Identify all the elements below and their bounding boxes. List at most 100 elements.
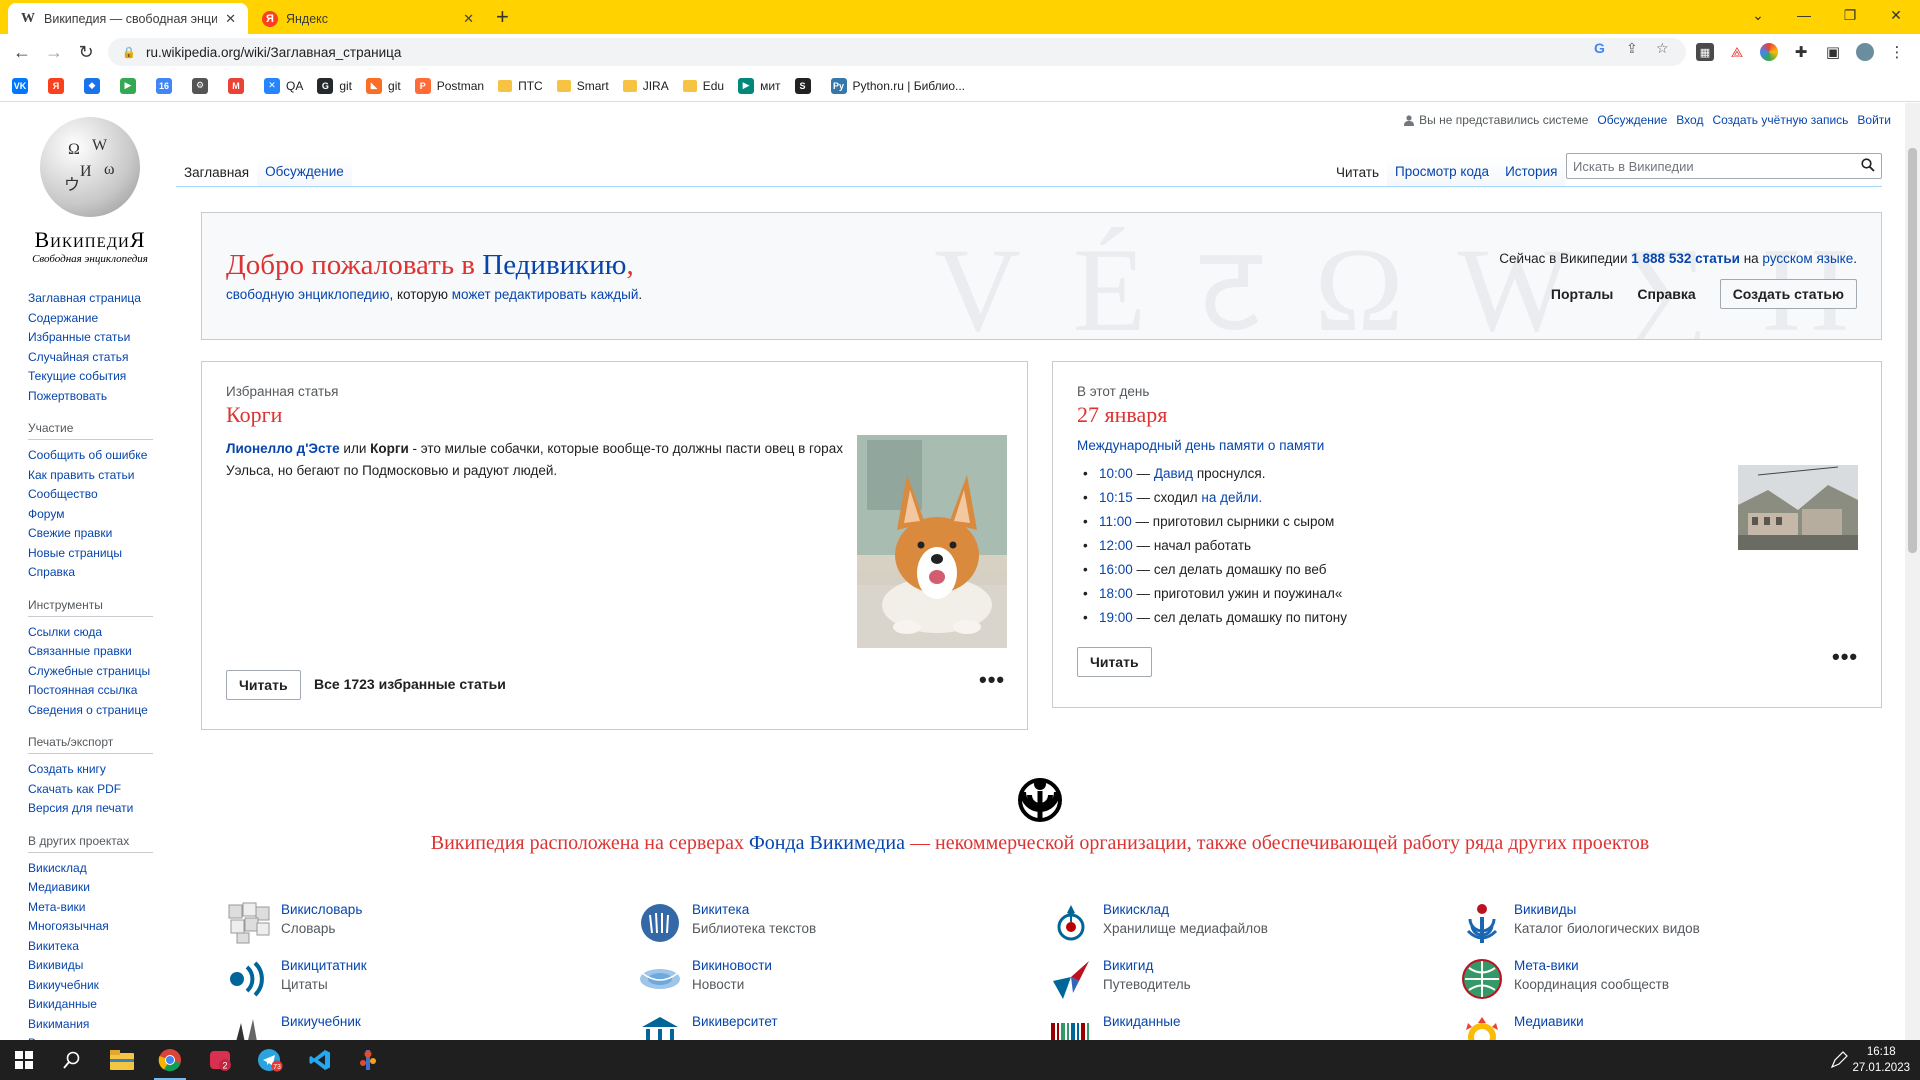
sister-project-name[interactable]: Викиданные [1103,1013,1181,1031]
article-count-link[interactable]: 1 888 532 статьи [1631,251,1740,266]
tab-view-source[interactable]: Просмотр кода [1387,157,1498,187]
sidebar-link[interactable]: Скачать как PDF [28,780,153,800]
russian-language-link[interactable]: русском языке [1762,251,1853,266]
pen-tray-icon[interactable] [1830,1051,1848,1072]
bookmark-item[interactable]: Py Python.ru | Библио... [830,77,965,94]
sidebar-link[interactable]: Свежие правки [28,524,153,544]
sister-project-name[interactable]: Викиучебник [281,1013,361,1031]
kebab-menu-icon[interactable]: ⋮ [1888,43,1906,61]
sister-project-name[interactable]: Викисклад [1103,901,1268,919]
wikipedia-logo[interactable]: Ω W И ω ウ ВикипедиЯ Свободная энциклопед… [20,117,160,265]
portals-link[interactable]: Порталы [1551,286,1613,302]
anyone-can-edit-link[interactable]: может редактировать каждый [452,287,639,302]
qr-extension-icon[interactable]: ▦ [1696,43,1714,61]
sister-project-item[interactable]: Викицитатник Цитаты [227,957,367,1001]
meta-icon[interactable] [1460,957,1504,1001]
sister-project-item[interactable]: Викисловарь Словарь [227,901,362,945]
wikimedia-foundation-link[interactable]: Фонда Викимедиа [749,832,905,854]
close-icon[interactable]: ✕ [463,11,474,27]
more-options-icon[interactable]: ••• [979,667,1005,693]
tab-main-page[interactable]: Заглавная [176,157,258,187]
sister-project-name[interactable]: Викицитатник [281,957,367,975]
sidebar-link[interactable]: Викиучебник [28,976,153,996]
sister-project-item[interactable]: Викисклад Хранилище медиафайлов [1049,901,1268,945]
sidebar-link[interactable]: Сообщить об ошибке [28,446,153,466]
today-title[interactable]: 27 января [1077,402,1167,428]
more-options-icon[interactable]: ••• [1832,644,1858,670]
taskbar-clock[interactable]: 16:18 27.01.2023 [1852,1044,1910,1076]
sidebar-link[interactable]: Викисклад [28,859,153,879]
featured-title[interactable]: Корги [226,402,282,428]
google-translate-icon[interactable]: G [1594,40,1605,56]
sidebar-link[interactable]: Заглавная страница [28,289,153,309]
sidebar-link[interactable]: Содержание [28,309,153,329]
sister-project-name[interactable]: Викиверситет [692,1013,778,1031]
bookmark-item[interactable]: ⚙ [192,77,214,94]
event-time[interactable]: 10:00 [1099,466,1133,481]
bookmark-item[interactable]: JIRA [622,79,669,93]
commons-icon[interactable] [1049,901,1093,945]
wikinews-icon[interactable] [638,957,682,1001]
reload-button[interactable]: ↻ [74,40,98,64]
sidebar-link[interactable]: Новые страницы [28,544,153,564]
sister-project-name[interactable]: Викитека [692,901,816,919]
event-link[interactable]: Давид [1154,466,1193,481]
bookmark-item[interactable]: 16 [156,77,178,94]
restore-button[interactable]: ❐ [1830,4,1870,26]
window-close-button[interactable]: ✕ [1876,4,1916,26]
sister-project-name[interactable]: Викиновости [692,957,772,975]
sister-project-item[interactable]: Медиавики [1460,1013,1584,1040]
wikibooks-icon[interactable] [227,1013,271,1040]
scrollbar-thumb[interactable] [1908,148,1917,553]
create-account-link[interactable]: Создать учётную запись [1712,113,1848,127]
sidebar-link[interactable]: Как править статьи [28,466,153,486]
wikimedia-logo-icon[interactable] [1017,776,1063,825]
file-explorer-icon[interactable] [98,1040,146,1080]
mediawiki-icon[interactable] [1460,1013,1504,1040]
sidebar-link[interactable]: Сведения о странице [28,701,153,721]
bookmark-item[interactable]: M [228,77,250,94]
vscode-taskbar-icon[interactable] [296,1040,344,1080]
tab-history[interactable]: История [1497,157,1566,187]
side-panel-icon[interactable]: ▣ [1824,43,1842,61]
user-talk-link[interactable]: Обсуждение [1597,113,1667,127]
bookmark-item[interactable]: Edu [682,79,724,93]
help-link[interactable]: Справка [1637,286,1695,302]
bookmark-item[interactable]: Я [48,77,70,94]
event-link[interactable]: на дейли. [1201,490,1262,505]
event-time[interactable]: 12:00 [1099,538,1133,553]
profile-avatar[interactable] [1856,43,1874,61]
color-picker-extension-icon[interactable] [1760,43,1778,61]
wiki-search-input[interactable]: Искать в Википедии [1566,153,1882,179]
sidebar-link[interactable]: Пожертвовать [28,387,153,407]
new-tab-button[interactable]: + [496,5,509,29]
sidebar-link[interactable]: Версия для печати [28,799,153,819]
welcome-title-link[interactable]: Педивикию [482,249,626,281]
sister-project-name[interactable]: Викивиды [1514,901,1700,919]
sister-project-item[interactable]: Викигид Путеводитель [1049,957,1191,1001]
bookmark-item[interactable]: Smart [556,79,609,93]
sister-project-item[interactable]: Викитека Библиотека текстов [638,901,816,945]
telegram-taskbar-icon[interactable]: 73 [246,1040,294,1080]
puzzle-extensions-icon[interactable]: ✚ [1792,43,1810,61]
bookmark-item[interactable]: Ggit [317,77,352,94]
sidebar-link[interactable]: Викимания [28,1015,153,1035]
lock-icon[interactable]: 🔒 [122,46,136,59]
create-article-button[interactable]: Создать статью [1719,279,1857,309]
featured-lead-link[interactable]: Лионелло д'Эсте [226,441,340,456]
back-button[interactable]: ← [10,40,34,64]
event-time[interactable]: 11:00 [1099,514,1132,529]
sister-project-item[interactable]: Викиновости Новости [638,957,772,1001]
corgi-photo[interactable] [857,435,1007,648]
free-encyclopedia-link[interactable]: свободную энциклопедию [226,287,389,302]
sidebar-link[interactable]: Постоянная ссылка [28,681,153,701]
sidebar-link[interactable]: Служебные страницы [28,662,153,682]
chrome-taskbar-icon[interactable] [146,1040,194,1080]
tab-search-chevron-icon[interactable]: ⌄ [1738,4,1778,26]
search-icon[interactable] [1861,158,1875,175]
event-time[interactable]: 19:00 [1099,610,1133,625]
event-time[interactable]: 18:00 [1099,586,1133,601]
bookmark-item[interactable]: S [794,77,817,94]
sidebar-link[interactable]: Справка [28,563,153,583]
wiktionary-icon[interactable] [227,901,271,945]
